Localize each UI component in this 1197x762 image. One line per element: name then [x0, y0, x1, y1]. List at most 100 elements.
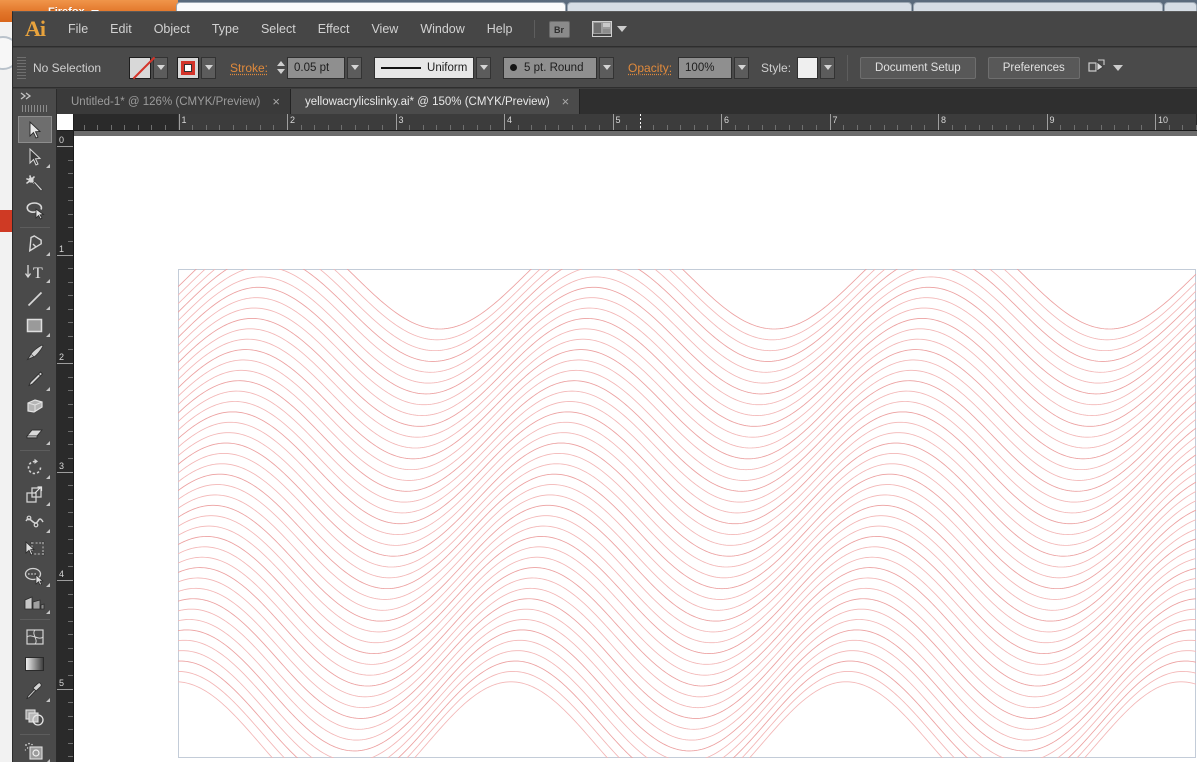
stepper-up-icon: [277, 61, 286, 66]
control-bar-divider: [847, 54, 849, 81]
stroke-weight-stepper[interactable]: [276, 57, 286, 79]
ruler-tick-major: [57, 580, 73, 581]
width-profile-dropdown[interactable]: [476, 56, 492, 79]
tool-symbol-sprayer[interactable]: [18, 738, 52, 762]
stroke-label[interactable]: Stroke:: [230, 61, 268, 75]
tools-panel: T: [13, 89, 57, 762]
tool-line-segment[interactable]: [18, 285, 52, 312]
align-options-chevron-icon[interactable]: [1112, 64, 1123, 71]
wave-line: [178, 390, 1196, 503]
wave-line: [178, 452, 1196, 568]
ruler-origin-corner[interactable]: [57, 114, 74, 131]
menu-select[interactable]: Select: [250, 12, 307, 47]
tools-divider: [19, 734, 50, 735]
tool-width[interactable]: [18, 508, 52, 535]
document-tab-label: yellowacrylicslinky.ai* @ 150% (CMYK/Pre…: [304, 95, 550, 108]
wave-line: [178, 484, 1196, 600]
control-bar-grip[interactable]: [17, 56, 26, 79]
chevron-down-icon: [602, 65, 611, 70]
menu-type[interactable]: Type: [201, 12, 250, 47]
close-icon[interactable]: ×: [562, 95, 570, 108]
wave-line: [178, 269, 1196, 362]
tool-eraser[interactable]: [18, 420, 52, 447]
tools-divider: [19, 227, 50, 228]
menu-window[interactable]: Window: [409, 12, 475, 47]
document-tab-label: Untitled-1* @ 126% (CMYK/Preview): [71, 95, 261, 108]
menu-effect[interactable]: Effect: [307, 12, 361, 47]
document-canvas[interactable]: [74, 131, 1197, 762]
tool-flyout-indicator: [45, 306, 50, 310]
tool-flyout-indicator: [45, 333, 50, 337]
vertical-ruler[interactable]: 0 1 2 3 4 5: [57, 131, 74, 762]
document-tab-untitled-1[interactable]: Untitled-1* @ 126% (CMYK/Preview) ×: [57, 89, 291, 114]
ruler-label: 3: [59, 460, 65, 471]
stroke-color-swatch[interactable]: [177, 56, 199, 79]
wave-line: [178, 619, 1196, 741]
tool-mesh[interactable]: [18, 623, 52, 650]
menu-edit[interactable]: Edit: [99, 12, 143, 47]
fill-color-swatch[interactable]: [129, 56, 151, 79]
tool-lasso[interactable]: [18, 197, 52, 224]
tool-gradient[interactable]: [18, 650, 52, 677]
slinky-wave-artwork[interactable]: [74, 136, 1197, 762]
document-tab-yellowacrylicslinky[interactable]: yellowacrylicslinky.ai* @ 150% (CMYK/Pre…: [290, 89, 581, 114]
width-profile-select[interactable]: Uniform: [374, 56, 475, 79]
menu-help[interactable]: Help: [476, 12, 524, 47]
stroke-weight-input[interactable]: 0.05 pt: [287, 56, 346, 79]
document-setup-button[interactable]: Document Setup: [860, 56, 976, 79]
ruler-label: 5: [615, 115, 621, 125]
tool-paintbrush[interactable]: [18, 339, 52, 366]
tools-panel-collapse-button[interactable]: [13, 89, 56, 103]
tool-scale[interactable]: [18, 481, 52, 508]
tool-pen[interactable]: [18, 231, 52, 258]
tool-flyout-indicator: [45, 502, 50, 506]
tool-type[interactable]: T: [18, 258, 52, 285]
tool-blob-brush[interactable]: [18, 393, 52, 420]
tool-rectangle[interactable]: [18, 312, 52, 339]
wave-line-group: [178, 269, 1196, 758]
opacity-input[interactable]: 100%: [678, 56, 733, 79]
horizontal-ruler[interactable]: 1 2 3 4 5 6 7 8 9 10: [74, 114, 1197, 131]
tool-rotate[interactable]: [18, 454, 52, 481]
tool-pencil[interactable]: [18, 366, 52, 393]
wave-line: [178, 269, 1196, 352]
tool-magic-wand[interactable]: [18, 170, 52, 197]
stroke-swatch-dropdown[interactable]: [201, 56, 216, 79]
close-icon[interactable]: ×: [272, 95, 280, 108]
go-to-bridge-icon[interactable]: Br: [548, 20, 570, 38]
stroke-weight-dropdown[interactable]: [347, 56, 363, 79]
brush-definition-dropdown[interactable]: [599, 56, 615, 79]
fill-swatch-dropdown[interactable]: [153, 56, 168, 79]
arrange-documents-button[interactable]: [591, 21, 627, 37]
wave-line: [178, 598, 1196, 719]
tool-blend[interactable]: [18, 704, 52, 731]
tool-eyedropper[interactable]: [18, 677, 52, 704]
wave-line: [178, 318, 1196, 427]
menu-file[interactable]: File: [57, 12, 99, 47]
align-options-icon[interactable]: [1088, 59, 1107, 76]
tool-flyout-indicator: [45, 610, 50, 614]
preferences-button[interactable]: Preferences: [987, 56, 1080, 79]
tool-shape-builder[interactable]: [18, 562, 52, 589]
tool-flyout-indicator: [45, 529, 50, 533]
brush-definition-select[interactable]: 5 pt. Round: [503, 56, 598, 79]
wave-line: [178, 359, 1196, 471]
brush-dot-icon: [510, 64, 518, 71]
ruler-label: 5: [59, 677, 65, 688]
menu-object[interactable]: Object: [143, 12, 201, 47]
graphic-style-dropdown[interactable]: [820, 56, 836, 79]
wave-line: [178, 515, 1196, 633]
tool-selection[interactable]: [17, 116, 52, 143]
wave-line: [178, 608, 1196, 730]
graphic-style-swatch[interactable]: [797, 56, 819, 79]
menu-view[interactable]: View: [360, 12, 409, 47]
chevron-down-icon: [204, 65, 213, 70]
tool-direct-selection[interactable]: [18, 143, 52, 170]
chevron-down-icon: [823, 65, 832, 70]
opacity-label[interactable]: Opacity:: [628, 61, 672, 75]
opacity-dropdown[interactable]: [734, 56, 750, 79]
tool-perspective-grid[interactable]: [18, 589, 52, 616]
tools-panel-grip[interactable]: [21, 105, 48, 112]
tool-free-transform[interactable]: [18, 535, 52, 562]
selection-status-label: No Selection: [33, 60, 102, 75]
